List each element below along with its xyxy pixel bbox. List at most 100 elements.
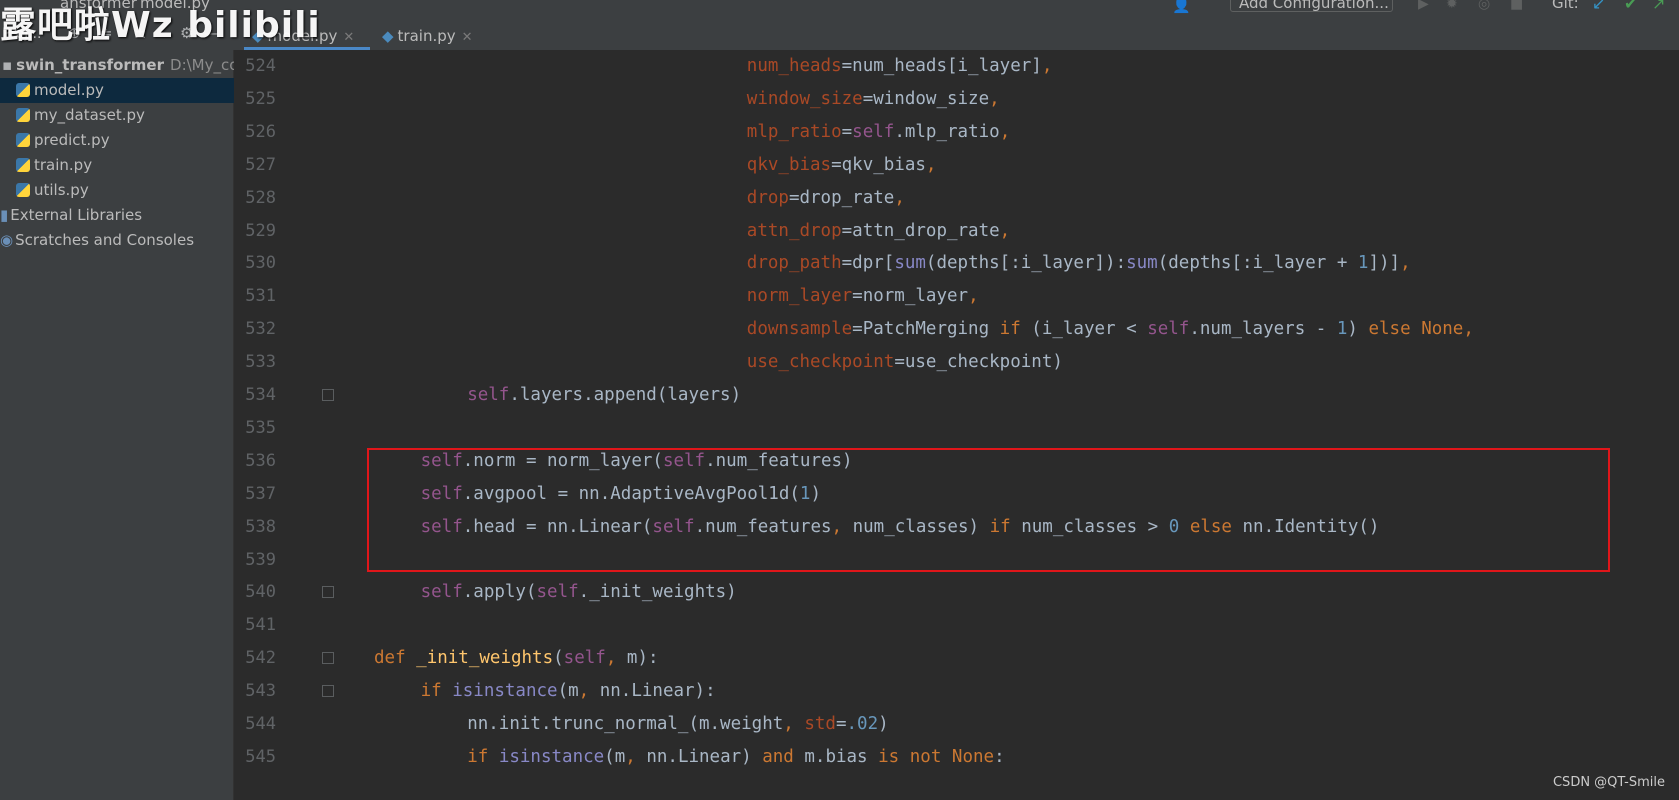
tree-item-external-libraries[interactable]: ▮ External Libraries (0, 203, 233, 228)
scratches-icon: ◉ (0, 231, 14, 249)
line-number: 543 (245, 681, 276, 702)
git-commit-icon[interactable]: ✔ (1624, 0, 1637, 13)
line-number: 533 (245, 352, 276, 373)
fold-marker-icon[interactable] (322, 652, 334, 665)
code-text: if isinstance(m, nn.Linear) and m.bias i… (467, 746, 1005, 767)
file-label: predict.py (34, 131, 110, 149)
code-text: self.layers.append(layers) (467, 385, 742, 405)
code-line[interactable]: 541 (234, 609, 1679, 642)
code-line[interactable]: 543 if isinstance(m, nn.Linear): (234, 675, 1679, 708)
line-number: 545 (245, 746, 276, 767)
tree-item-model-py[interactable]: model.py (0, 78, 249, 103)
code-line[interactable]: 529 attn_drop=attn_drop_rate, (234, 215, 1679, 248)
coverage-icon[interactable]: ◎ (1478, 0, 1490, 12)
code-text: drop_path=dpr[sum(depths[:i_layer]):sum(… (746, 253, 1411, 274)
fold-marker-icon[interactable] (322, 685, 334, 698)
line-number: 529 (245, 220, 276, 241)
tree-item-predict-py[interactable]: predict.py (0, 128, 249, 153)
line-number: 530 (245, 253, 276, 274)
python-file-icon (16, 83, 30, 97)
tab-label: train.py (397, 27, 456, 45)
stop-icon[interactable]: ■ (1510, 0, 1523, 12)
file-label: my_dataset.py (34, 106, 145, 124)
code-line[interactable]: 528 drop=drop_rate, (234, 182, 1679, 215)
code-text: if isinstance(m, nn.Linear): (420, 681, 716, 702)
tree-root-swin-transformer[interactable]: ▪ swin_transformer D:\My_code (0, 53, 257, 78)
line-number: 541 (245, 615, 276, 636)
tree-item-train-py[interactable]: train.py (0, 153, 249, 178)
line-number: 526 (245, 121, 276, 142)
line-number: 528 (245, 187, 276, 208)
code-line[interactable]: 535 (234, 412, 1679, 445)
line-number: 540 (245, 582, 276, 603)
code-line[interactable]: 527 qkv_bias=qkv_bias, (234, 149, 1679, 182)
code-line[interactable]: 524 num_heads=num_heads[i_layer], (234, 50, 1679, 83)
bilibili-watermark: 露吧啦Wz bilibili (0, 5, 321, 46)
code-text: num_heads=num_heads[i_layer], (746, 56, 1053, 76)
code-line[interactable]: 545 if isinstance(m, nn.Linear) and m.bia… (234, 741, 1679, 774)
code-line[interactable]: 542 def _init_weights(self, m): (234, 642, 1679, 675)
python-file-icon: ◆ (382, 27, 394, 45)
add-configuration-button[interactable]: Add Configuration... (1230, 0, 1393, 12)
code-line[interactable]: 544 nn.init.trunc_normal_(m.weight, std=.… (234, 708, 1679, 741)
line-number: 538 (245, 516, 276, 537)
line-number: 532 (245, 319, 276, 340)
item-label: Scratches and Consoles (15, 231, 195, 249)
git-push-icon[interactable]: ↗ (1652, 0, 1665, 13)
code-text: attn_drop=attn_drop_rate, (746, 220, 1011, 241)
user-icon[interactable]: 👤 (1172, 0, 1191, 14)
title-toolbar: ansformer model.py Proj... ⊕ ≑ ± ⚙ — 👤 A… (0, 0, 1679, 51)
line-number: 535 (245, 417, 276, 438)
python-file-icon (16, 158, 30, 172)
line-number: 544 (245, 714, 276, 734)
code-line[interactable]: 526 mlp_ratio=self.mlp_ratio, (234, 116, 1679, 149)
close-icon[interactable]: ✕ (343, 30, 354, 45)
code-line[interactable]: 534 self.layers.append(layers) (234, 379, 1679, 412)
line-number: 542 (245, 648, 276, 669)
tab-train-py[interactable]: ◆ train.py ✕ (378, 22, 488, 50)
code-text: drop=drop_rate, (746, 187, 905, 208)
item-label: External Libraries (10, 206, 143, 224)
project-tree: ▪ swin_transformer D:\My_code model.py my_… (0, 50, 257, 800)
fold-marker-icon[interactable] (322, 389, 334, 401)
code-text: qkv_bias=qkv_bias, (746, 154, 937, 175)
line-number: 536 (245, 450, 276, 471)
python-file-icon (16, 108, 30, 122)
run-icon[interactable]: ▶ (1418, 0, 1429, 12)
library-icon: ▮ (0, 206, 9, 224)
code-text: self.apply(self._init_weights) (420, 582, 737, 603)
csdn-credit: CSDN @QT-Smile (1552, 775, 1665, 790)
python-file-icon (16, 183, 30, 197)
line-number: 525 (245, 88, 276, 109)
code-line[interactable]: 531 norm_layer=norm_layer, (234, 280, 1679, 313)
file-label: utils.py (34, 181, 89, 199)
file-label: train.py (34, 156, 93, 174)
code-line[interactable]: 533 use_checkpoint=use_checkpoint) (234, 346, 1679, 379)
line-number: 524 (245, 56, 276, 76)
file-label: model.py (34, 81, 104, 99)
code-line[interactable]: 532 downsample=PatchMerging if (i_layer <… (234, 313, 1679, 346)
code-text: nn.init.trunc_normal_(m.weight, std=.02) (467, 714, 889, 734)
debug-icon[interactable]: ✹ (1446, 0, 1458, 12)
close-icon[interactable]: ✕ (462, 30, 473, 45)
code-text: use_checkpoint=use_checkpoint) (746, 352, 1063, 373)
highlight-annotation-box (367, 448, 1610, 572)
line-number: 534 (245, 385, 276, 405)
tree-item-utils-py[interactable]: utils.py (0, 178, 249, 203)
code-text: norm_layer=norm_layer, (746, 286, 979, 307)
tree-item-my-dataset-py[interactable]: my_dataset.py (0, 103, 249, 128)
tree-item-scratches-and-consoles[interactable]: ◉ Scratches and Consoles (0, 228, 233, 253)
line-number: 531 (245, 286, 276, 307)
line-number: 527 (245, 154, 276, 175)
code-text: def _init_weights(self, m): (374, 648, 659, 669)
fold-marker-icon[interactable] (322, 586, 334, 599)
code-editor[interactable]: 524 num_heads=num_heads[i_layer], 525 windo… (234, 50, 1679, 800)
code-line[interactable]: 540 self.apply(self._init_weights) (234, 576, 1679, 609)
code-line[interactable]: 530 drop_path=dpr[sum(depths[:i_layer]):s… (234, 247, 1679, 280)
git-update-icon[interactable]: ↙ (1592, 0, 1605, 13)
code-line[interactable]: 525 window_size=window_size, (234, 83, 1679, 116)
line-number: 539 (245, 549, 276, 570)
code-text: downsample=PatchMerging if (i_layer < se… (746, 319, 1474, 340)
python-file-icon (16, 133, 30, 147)
code-text: window_size=window_size, (746, 88, 1000, 109)
